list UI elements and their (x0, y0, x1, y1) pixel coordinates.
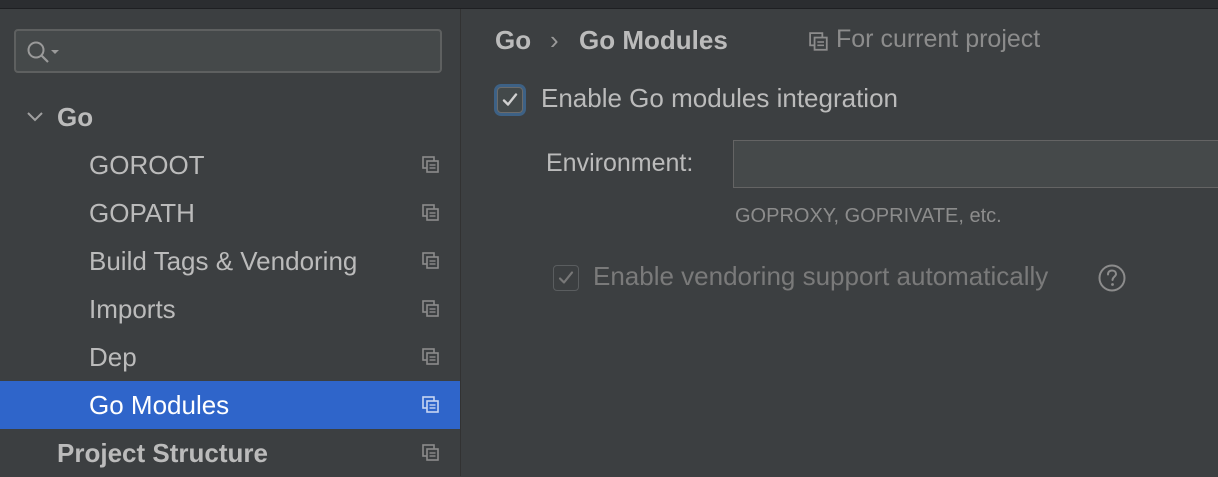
vendoring-checkbox (553, 265, 579, 291)
project-scope-icon (422, 300, 439, 317)
tree-item-go-modules[interactable]: Go Modules (0, 381, 460, 429)
settings-search[interactable] (14, 29, 442, 73)
environment-label: Environment: (546, 149, 694, 177)
tree-item-label: Imports (89, 294, 176, 324)
project-scope-icon (422, 444, 439, 461)
vendoring-label: Enable vendoring support automatically (593, 261, 1049, 291)
tree-item-label: Build Tags & Vendoring (89, 246, 358, 276)
tree-item-label: Go Modules (89, 390, 230, 420)
settings-content: Go › Go Modules For current project Enab… (461, 9, 1218, 476)
project-scope-icon (422, 156, 439, 173)
enable-modules-label[interactable]: Enable Go modules integration (541, 83, 898, 114)
breadcrumb-separator: › (550, 25, 559, 55)
settings-sidebar: Go GOROOT GOPATH Build Tags & Vendoring (0, 9, 461, 476)
tree-item-label: GOPATH (89, 198, 195, 228)
scope-label: For current project (836, 25, 1041, 53)
chevron-down-icon[interactable] (25, 109, 45, 125)
checkmark-icon (558, 271, 574, 284)
breadcrumb-current: Go Modules (579, 25, 728, 55)
breadcrumb-root[interactable]: Go (495, 25, 531, 56)
environment-input[interactable] (733, 140, 1218, 188)
tree-item-imports[interactable]: Imports (0, 285, 460, 333)
tree-item-build-tags[interactable]: Build Tags & Vendoring (0, 237, 460, 285)
tree-item-label: GOROOT (89, 150, 205, 180)
tree-item-go[interactable]: Go (0, 93, 460, 141)
tree-item-gopath[interactable]: GOPATH (0, 189, 460, 237)
window-top-border (0, 0, 1218, 9)
tree-item-label: Project Structure (57, 438, 268, 468)
project-scope-icon (809, 32, 828, 51)
project-scope-icon (422, 204, 439, 221)
tree-item-label: Dep (89, 342, 137, 372)
enable-modules-checkbox[interactable] (497, 87, 523, 113)
search-input[interactable] (64, 37, 428, 67)
tree-item-dep[interactable]: Dep (0, 333, 460, 381)
project-scope-icon (422, 396, 439, 413)
tree-item-label: Go (57, 102, 94, 132)
environment-hint: GOPROXY, GOPRIVATE, etc. (735, 205, 1002, 227)
project-scope-icon (422, 348, 439, 365)
project-scope-icon (422, 252, 439, 269)
tree-item-goroot[interactable]: GOROOT (0, 141, 460, 189)
tree-item-project-structure[interactable]: Project Structure (0, 429, 460, 477)
search-icon (27, 41, 59, 63)
checkmark-icon (502, 93, 518, 106)
help-icon[interactable] (1097, 263, 1127, 293)
